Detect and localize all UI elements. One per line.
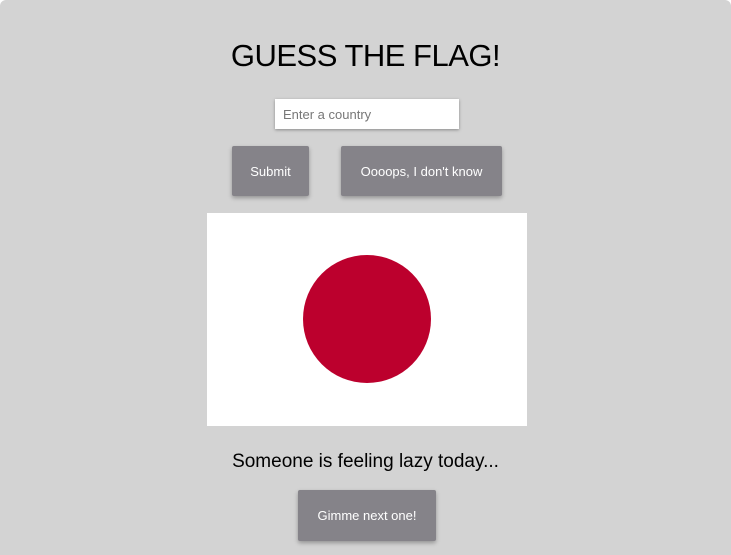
country-input[interactable] bbox=[275, 99, 459, 129]
submit-button[interactable]: Submit bbox=[232, 146, 309, 196]
japan-flag-icon bbox=[207, 213, 527, 426]
feedback-message: Someone is feeling lazy today... bbox=[232, 451, 499, 472]
page-title: GUESS THE FLAG! bbox=[230, 38, 501, 73]
game-panel: GUESS THE FLAG! Submit Oooops, I don't k… bbox=[0, 0, 731, 555]
next-flag-button[interactable]: Gimme next one! bbox=[298, 490, 436, 541]
dont-know-button[interactable]: Oooops, I don't know bbox=[341, 146, 502, 196]
flag-red-disc bbox=[303, 255, 431, 383]
